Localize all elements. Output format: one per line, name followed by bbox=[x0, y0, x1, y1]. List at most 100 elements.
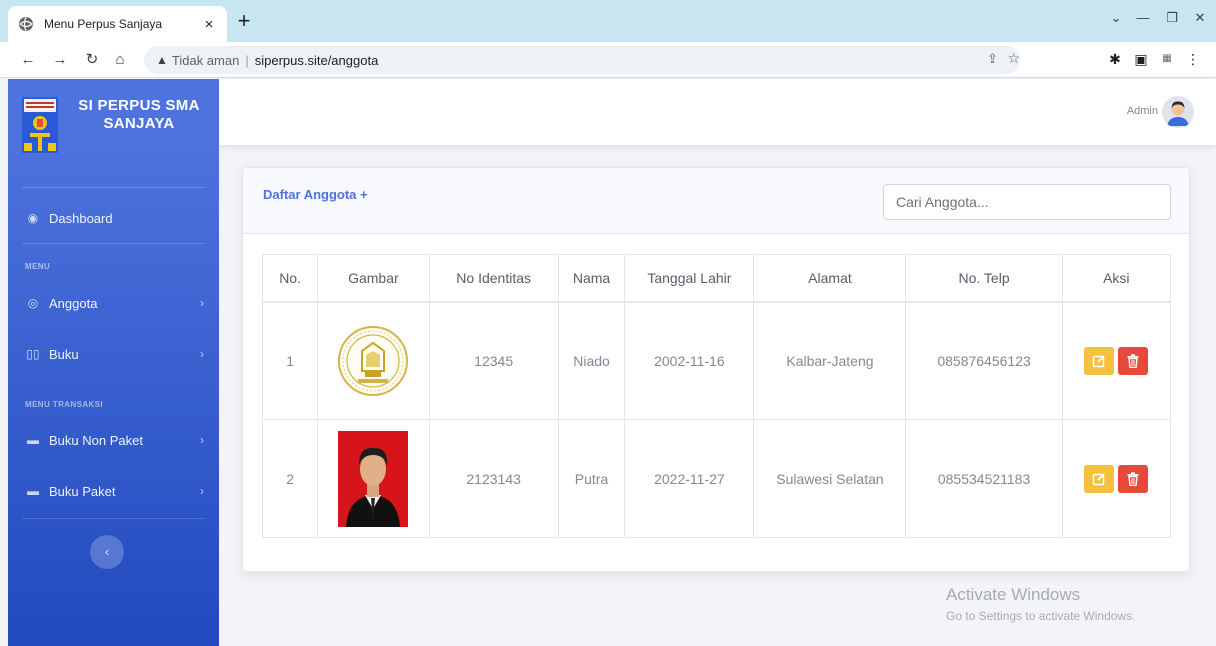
sidebar-brand[interactable]: SI PERPUS SMA SANJAYA bbox=[8, 79, 219, 175]
trash-icon bbox=[1127, 471, 1139, 486]
column-header: Aksi bbox=[1061, 254, 1172, 303]
restore-icon[interactable]: ❐ bbox=[1157, 10, 1187, 26]
cell-no: 2 bbox=[261, 419, 319, 538]
column-header: No. Telp bbox=[905, 254, 1063, 303]
warning-triangle-icon: ▲ bbox=[156, 53, 168, 67]
sidebar-item-label: Dashboard bbox=[49, 210, 113, 226]
activation-watermark-title: Activate Windows bbox=[946, 585, 1081, 604]
folder-icon: ▬ bbox=[27, 484, 39, 498]
column-header: No Identitas bbox=[428, 254, 559, 303]
delete-button[interactable] bbox=[1118, 464, 1149, 493]
cell-no: 1 bbox=[261, 301, 319, 420]
avatar[interactable] bbox=[1162, 96, 1194, 128]
cell-id: 2123143 bbox=[428, 419, 559, 538]
extensions-puzzle-icon[interactable]: ✱ bbox=[1105, 51, 1125, 68]
column-header: Alamat bbox=[753, 254, 907, 303]
column-header: No. bbox=[261, 254, 319, 303]
card-title-add-member-link[interactable]: Daftar Anggota + bbox=[263, 187, 368, 202]
close-window-icon[interactable]: ✕ bbox=[1185, 10, 1215, 26]
sidebar-item-buku-non-paket[interactable]: ▬ Buku Non Paket › bbox=[8, 423, 219, 457]
cell-phone: 085876456123 bbox=[905, 301, 1063, 420]
school-logo-icon bbox=[22, 97, 58, 153]
home-icon[interactable]: ⌂ bbox=[110, 50, 130, 70]
sidebar-item-dashboard[interactable]: ◉ Dashboard bbox=[8, 201, 219, 235]
cell-dob: 2002-11-16 bbox=[624, 301, 755, 420]
cell-actions bbox=[1061, 419, 1172, 538]
members-table: No. Gambar No Identitas Nama Tanggal Lah… bbox=[261, 254, 1172, 538]
members-card: Daftar Anggota + No. Gambar No Identitas… bbox=[242, 167, 1190, 572]
address-separator: | bbox=[245, 52, 249, 68]
tab-search-chevron-icon[interactable]: ⌄ bbox=[1101, 10, 1131, 26]
cell-address: Kalbar-Jateng bbox=[753, 301, 907, 420]
profile-icon[interactable]: ▦ bbox=[1157, 53, 1177, 64]
sidebar-divider bbox=[22, 243, 205, 244]
chevron-right-icon: › bbox=[200, 484, 204, 498]
user-name[interactable]: Admin bbox=[1127, 105, 1158, 117]
sidebar-item-buku[interactable]: ▯▯ Buku › bbox=[8, 337, 219, 371]
cell-image bbox=[317, 419, 430, 538]
cell-id: 12345 bbox=[428, 301, 559, 420]
sidebar-item-label: Buku Non Paket bbox=[49, 432, 143, 448]
column-header: Tanggal Lahir bbox=[624, 254, 755, 303]
topbar: Admin bbox=[219, 79, 1216, 145]
tab-close-icon[interactable]: × bbox=[201, 16, 217, 33]
sidebar-heading-menu: MENU bbox=[25, 262, 51, 271]
chevron-left-icon: ‹ bbox=[104, 544, 110, 559]
brand-title: SI PERPUS SMA SANJAYA bbox=[78, 97, 200, 132]
chevron-right-icon: › bbox=[200, 296, 204, 310]
trash-icon bbox=[1127, 354, 1139, 368]
table-row: 1 12345 Niado 2002-11-16 Kalbar-Jateng 0… bbox=[261, 301, 1172, 420]
sidebar-item-buku-paket[interactable]: ▬ Buku Paket › bbox=[8, 474, 219, 508]
reload-icon[interactable]: ↻ bbox=[82, 50, 102, 70]
school-emblem-image bbox=[338, 325, 409, 396]
sidebar-item-anggota[interactable]: ◎ Anggota › bbox=[8, 286, 219, 320]
share-icon[interactable]: ⇪ bbox=[987, 51, 998, 67]
sidebar-item-label: Buku bbox=[49, 346, 79, 362]
search-input[interactable] bbox=[883, 184, 1171, 220]
sidebar-toggle-button[interactable]: ‹ bbox=[90, 535, 124, 569]
chevron-right-icon: › bbox=[200, 433, 204, 447]
column-header: Nama bbox=[557, 254, 626, 303]
card-header: Daftar Anggota + bbox=[243, 168, 1189, 234]
cell-name: Putra bbox=[557, 419, 626, 538]
sidebar-item-label: Buku Paket bbox=[49, 483, 116, 499]
side-panel-icon[interactable]: ▣ bbox=[1131, 51, 1151, 68]
edit-button[interactable] bbox=[1084, 464, 1115, 493]
user-avatar-icon bbox=[1162, 96, 1194, 128]
bookmark-star-icon[interactable]: ☆ bbox=[1007, 50, 1020, 67]
new-tab-button[interactable]: + bbox=[232, 10, 256, 34]
kebab-menu-icon[interactable]: ⋮ bbox=[1183, 51, 1203, 68]
portrait-photo-image bbox=[338, 430, 409, 527]
url-text: siperpus.site/anggota bbox=[254, 52, 379, 68]
user-circle-icon: ◎ bbox=[27, 296, 39, 310]
browser-tab[interactable]: Menu Perpus Sanjaya × bbox=[8, 6, 227, 42]
sidebar-item-label: Anggota bbox=[49, 295, 98, 311]
table-header-row: No. Gambar No Identitas Nama Tanggal Lah… bbox=[261, 254, 1172, 303]
table-row: 2 2123143 Putra 2022-11-27 Sulawesi Sela… bbox=[261, 419, 1172, 538]
cell-image bbox=[317, 301, 430, 420]
sidebar: SI PERPUS SMA SANJAYA ◉ Dashboard MENU ◎… bbox=[8, 79, 219, 646]
cell-name: Niado bbox=[557, 301, 626, 420]
sidebar-divider bbox=[22, 518, 205, 519]
cell-phone: 085534521183 bbox=[905, 419, 1063, 538]
folder-icon: ▬ bbox=[27, 433, 39, 447]
edit-icon bbox=[1093, 355, 1105, 367]
cell-address: Sulawesi Selatan bbox=[753, 419, 907, 538]
forward-arrow-icon[interactable]: → bbox=[50, 50, 70, 70]
security-label: Tidak aman bbox=[171, 52, 240, 68]
back-arrow-icon[interactable]: ← bbox=[18, 50, 38, 70]
cell-dob: 2022-11-27 bbox=[624, 419, 755, 538]
address-bar[interactable]: ▲ Tidak aman | siperpus.site/anggota ⇪ ☆ bbox=[144, 46, 1020, 74]
tab-title: Menu Perpus Sanjaya bbox=[44, 17, 163, 31]
minimize-icon[interactable]: — bbox=[1128, 10, 1158, 25]
browser-toolbar: ← → ↻ ⌂ ▲ Tidak aman | siperpus.site/ang… bbox=[0, 42, 1216, 78]
sidebar-heading-transaksi: MENU TRANSAKSI bbox=[25, 400, 104, 409]
chevron-right-icon: › bbox=[200, 347, 204, 361]
book-open-icon: ▯▯ bbox=[26, 347, 40, 361]
browser-tab-bar: Menu Perpus Sanjaya × + ⌄ — ❐ ✕ bbox=[0, 0, 1216, 42]
globe-icon bbox=[19, 16, 33, 32]
edit-button[interactable] bbox=[1084, 346, 1115, 375]
tachometer-icon: ◉ bbox=[27, 211, 39, 225]
sidebar-divider bbox=[22, 187, 205, 188]
delete-button[interactable] bbox=[1118, 346, 1149, 375]
